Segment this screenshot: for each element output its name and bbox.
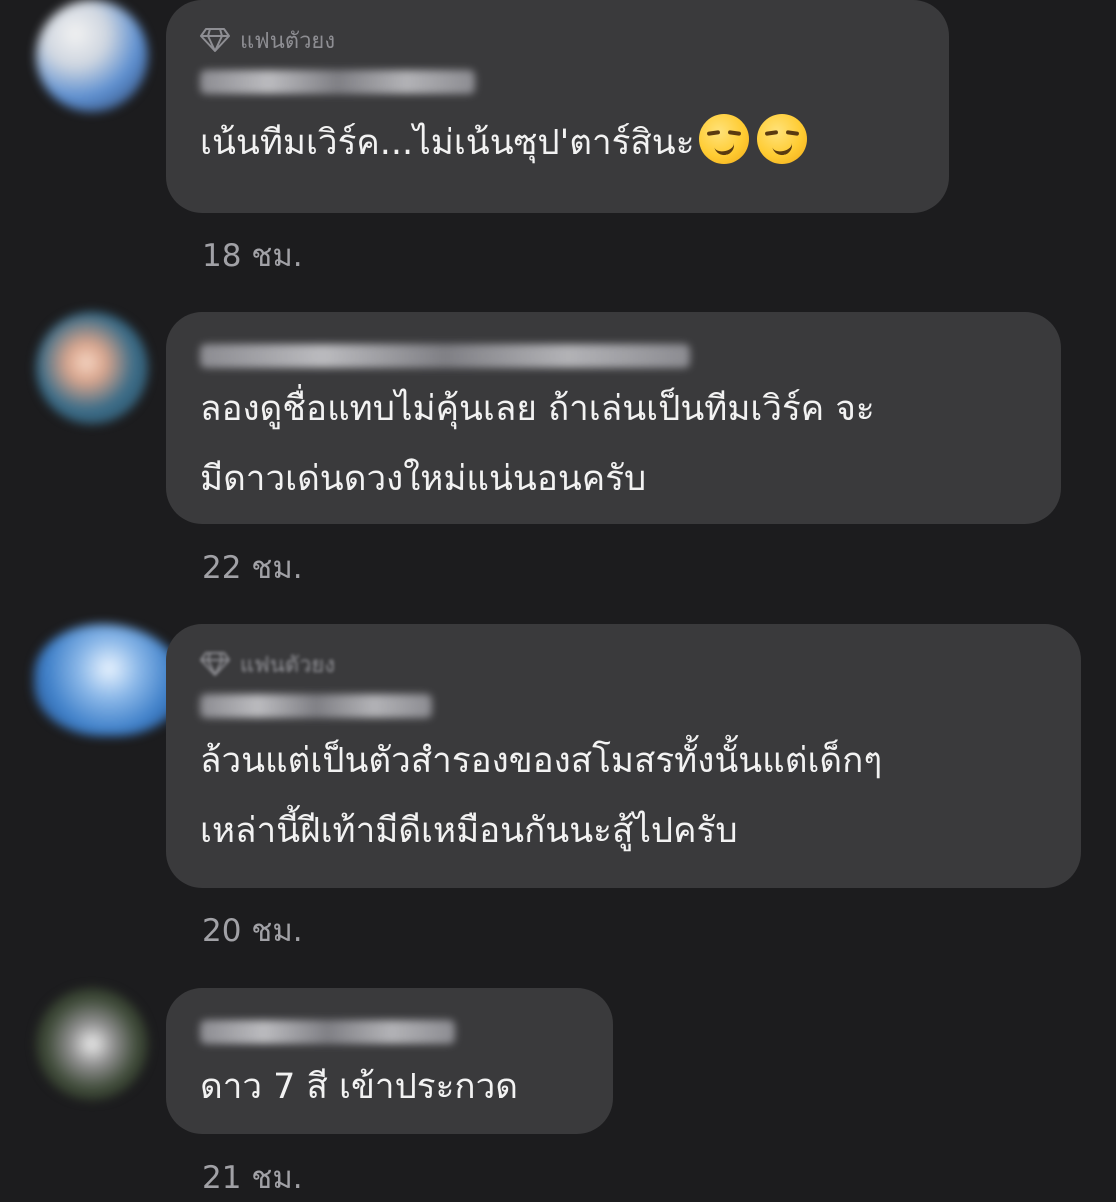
comment-bubble[interactable]: ลองดูชื่อแทบไม่คุ้นเลย ถ้าเล่นเป็นทีมเวิ… [166, 312, 1061, 524]
avatar[interactable] [34, 624, 184, 736]
comment-time: 18 ชม. [202, 238, 303, 274]
comment-text: ล้วนแต่เป็นตัวสำรองของสโมสรทั้งนั้นแต่เด… [200, 726, 1047, 866]
comment-text: เน้นทีมเวิร์ค...ไม่เน้นซุป'ตาร์สินะ [200, 108, 915, 178]
comment-text-line: ดาว 7 สี เข้าประกวด [200, 1067, 518, 1107]
comment-text-line: ล้วนแต่เป็นตัวสำรองของสโมสรทั้งนั้นแต่เด… [200, 741, 883, 781]
author-name-blurred[interactable] [200, 70, 475, 94]
diamond-icon [200, 651, 230, 677]
badge-label: แฟนตัวยง [240, 652, 336, 678]
diamond-icon [200, 27, 230, 53]
comment-text-line: เน้นทีมเวิร์ค...ไม่เน้นซุป'ตาร์สินะ [200, 123, 695, 163]
comment-bubble[interactable]: แฟนตัวยง ล้วนแต่เป็นตัวสำรองของสโมสรทั้ง… [166, 624, 1081, 888]
top-fan-badge: แฟนตัวยง [200, 22, 915, 58]
comment-text: ดาว 7 สี เข้าประกวด [200, 1052, 579, 1122]
avatar[interactable] [36, 0, 148, 112]
smirking-face-emoji [756, 114, 807, 164]
badge-label: แฟนตัวยง [240, 28, 336, 54]
author-name-blurred[interactable] [200, 694, 432, 718]
comment-time: 22 ชม. [202, 550, 303, 586]
top-fan-badge: แฟนตัวยง [200, 646, 1047, 682]
comment-text-line: ลองดูชื่อแทบไม่คุ้นเลย ถ้าเล่นเป็นทีมเวิ… [200, 389, 875, 429]
smirking-face-emoji [698, 114, 749, 164]
avatar[interactable] [36, 988, 148, 1100]
comment-bubble[interactable]: ดาว 7 สี เข้าประกวด [166, 988, 613, 1134]
author-name-blurred[interactable] [200, 344, 690, 368]
avatar[interactable] [36, 312, 148, 424]
comment-bubble[interactable]: แฟนตัวยง เน้นทีมเวิร์ค...ไม่เน้นซุป'ตาร์… [166, 0, 949, 213]
comment-text: ลองดูชื่อแทบไม่คุ้นเลย ถ้าเล่นเป็นทีมเวิ… [200, 374, 1027, 514]
author-name-blurred[interactable] [200, 1020, 455, 1044]
comment-time: 21 ชม. [202, 1160, 303, 1196]
comment-text-line: มีดาวเด่นดวงใหม่แน่นอนครับ [200, 459, 647, 499]
comment-time: 20 ชม. [202, 913, 303, 949]
comment-text-line: เหล่านี้ฝีเท้ามีดีเหมือนกันนะสู้ไปครับ [200, 811, 738, 851]
